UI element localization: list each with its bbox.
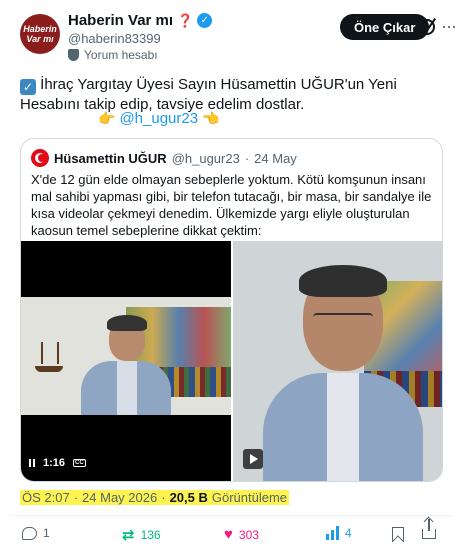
highlight-button[interactable]: Öne Çıkar (340, 14, 430, 40)
tweet-text: ✓ İhraç Yargıtay Üyesi Sayın Hüsamettin … (20, 75, 445, 115)
speaker-figure (81, 315, 171, 415)
author-name-row: Haberin Var mı ❓ ✓ (68, 12, 213, 29)
quoted-handle[interactable]: @h_ugur23 (172, 151, 240, 166)
tweet-body: İhraç Yargıtay Üyesi Sayın Hüsamettin UĞ… (20, 76, 397, 113)
tweet-time[interactable]: ÖS 2:07 (22, 490, 70, 505)
tweet-header: Haberin Var mı Haberin Var mı ❓ ✓ @haber… (10, 10, 457, 62)
divider (10, 515, 451, 516)
retweet-button[interactable]: ⇄ 136 (122, 526, 161, 544)
video-thumbnail-left[interactable]: 1:16 CC (21, 241, 231, 481)
reply-icon (22, 526, 37, 540)
shield-icon (68, 49, 79, 61)
meta-separator: · (73, 490, 79, 505)
check-box-emoji-icon: ✓ (20, 79, 36, 95)
bookmark-count: 4 (345, 526, 352, 540)
video-scene (21, 297, 231, 415)
quoted-display-name[interactable]: Hüsamettin UĞUR (54, 151, 167, 166)
red-question-mark-icon: ❓ (177, 12, 194, 28)
author-handle[interactable]: @haberin83399 (68, 31, 161, 46)
quoted-tweet[interactable]: Hüsamettin UĞUR @h_ugur23 · 24 May X'de … (20, 138, 443, 482)
video-duration: 1:16 (43, 457, 66, 469)
like-count: 303 (238, 527, 259, 542)
turkish-flag-avatar[interactable] (31, 149, 49, 167)
author-display-name[interactable]: Haberin Var mı (68, 12, 173, 29)
verified-badge-icon[interactable]: ✓ (197, 13, 213, 28)
views-label: Görüntüleme (211, 490, 288, 505)
pointing-right-hand-icon: 👉 (98, 110, 116, 126)
meta-separator: · (161, 490, 166, 505)
captions-icon[interactable]: CC (73, 459, 86, 467)
share-button[interactable] (422, 519, 436, 539)
quoted-tweet-header: Hüsamettin UĞUR @h_ugur23 · 24 May (31, 149, 297, 167)
account-label-text: Yorum hesabı (84, 48, 158, 62)
bookmark-icon (392, 527, 404, 542)
share-icon (422, 519, 436, 539)
retweet-count: 136 (140, 528, 161, 542)
tweet-meta: ÖS 2:07 · 24 May 2026 · 20,5 B Görüntüle… (20, 490, 290, 505)
bookmark-button[interactable]: 4 (326, 526, 352, 540)
reply-button[interactable]: 1 (22, 526, 50, 540)
like-button[interactable]: ♥ 303 (224, 526, 259, 543)
bookmark-toggle[interactable] (392, 527, 404, 542)
bookmark-count-bars-icon (326, 526, 339, 540)
quoted-tweet-text: X'de 12 gün elde olmayan sebeplerle yokt… (31, 172, 432, 238)
quoted-date[interactable]: 24 May (254, 151, 297, 166)
action-bar: 1 ⇄ 136 ♥ 303 4 (20, 519, 440, 546)
mention-link[interactable]: @h_ugur23 (119, 110, 198, 127)
tweet-date[interactable]: 24 May 2026 (82, 490, 157, 505)
grok-icon[interactable] (419, 19, 435, 35)
video-thumbnail-right[interactable] (233, 241, 442, 481)
account-label: Yorum hesabı (68, 48, 158, 62)
heart-icon: ♥ (224, 526, 233, 543)
reply-count: 1 (43, 526, 50, 540)
pause-icon[interactable] (29, 459, 35, 467)
ship-model-image (35, 342, 63, 372)
pointing-left-hand-icon: 👈 (202, 110, 220, 126)
quoted-separator: · (244, 150, 250, 166)
speaker-closeup-figure (263, 265, 423, 481)
author-avatar[interactable]: Haberin Var mı (20, 14, 60, 54)
retweet-icon: ⇄ (122, 527, 135, 544)
play-icon[interactable] (243, 449, 263, 469)
more-options-icon[interactable]: ··· (441, 16, 457, 37)
video-controls: 1:16 CC (29, 457, 86, 469)
views-count: 20,5 B (169, 490, 208, 505)
mention-line: 👉 @h_ugur23 👈 (98, 110, 220, 127)
